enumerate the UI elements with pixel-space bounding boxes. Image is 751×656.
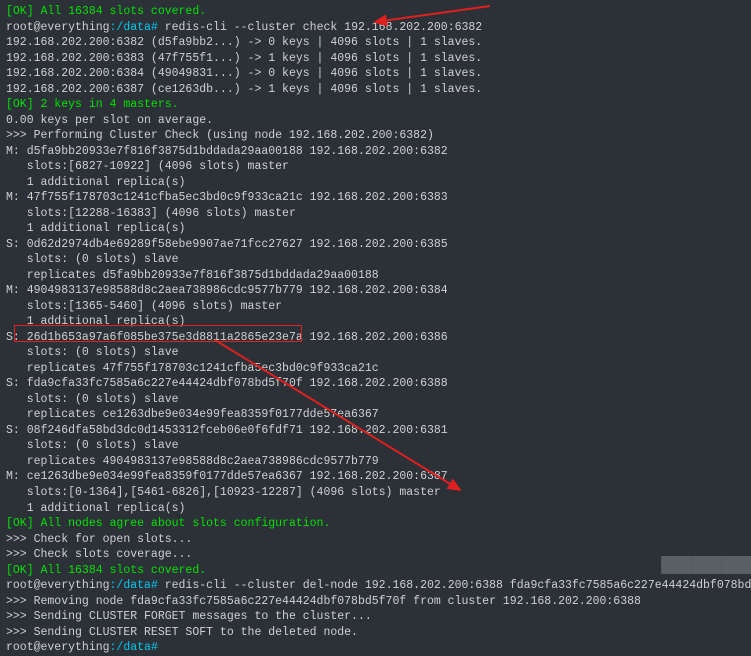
- slave-3-replicates: replicates ce1263dbe9e034e99fea8359f0177…: [6, 407, 745, 423]
- master-2-replica: 1 additional replica(s): [6, 221, 745, 237]
- bottom-tray: [661, 556, 751, 574]
- node-summary-3: 192.168.202.200:6384 (49049831...) -> 0 …: [6, 66, 745, 82]
- master-3-id: M: 4904983137e98588d8c2aea738986cdc9577b…: [6, 283, 745, 299]
- slave-4-slots: slots: (0 slots) slave: [6, 438, 745, 454]
- slave-3-slots: slots: (0 slots) slave: [6, 392, 745, 408]
- prompt-path-2: :/data#: [110, 579, 158, 592]
- prompt-path: :/data#: [110, 21, 158, 34]
- master-2-slots: slots:[12288-16383] (4096 slots) master: [6, 206, 745, 222]
- slave-2-replicates: replicates 47f755f178703c1241cfba5ec3bd0…: [6, 361, 745, 377]
- prompt-user-3: root@everything: [6, 641, 110, 654]
- slave-4-id: S: 08f246dfa58bd3dc0d1453312fceb06e0f6fd…: [6, 423, 745, 439]
- node-summary-2: 192.168.202.200:6383 (47f755f1...) -> 1 …: [6, 51, 745, 67]
- node-summary-4: 192.168.202.200:6387 (ce1263db...) -> 1 …: [6, 82, 745, 98]
- slave-4-replicates: replicates 4904983137e98588d8c2aea738986…: [6, 454, 745, 470]
- prompt-path-3: :/data#: [110, 641, 158, 654]
- master-3-replica: 1 additional replica(s): [6, 314, 745, 330]
- command-del-node: redis-cli --cluster del-node 192.168.202…: [158, 579, 751, 592]
- master-4-id: M: ce1263dbe9e034e99fea8359f0177dde57ea6…: [6, 469, 745, 485]
- slave-1-id: S: 0d62d2974db4e69289f58ebe9907ae71fcc27…: [6, 237, 745, 253]
- prompt-user: root@everything: [6, 21, 110, 34]
- prompt-line-end[interactable]: root@everything:/data#: [6, 640, 745, 656]
- command-check: redis-cli --cluster check 192.168.202.20…: [158, 21, 482, 34]
- master-2-id: M: 47f755f178703c1241cfba5ec3bd0c9f933ca…: [6, 190, 745, 206]
- ok-all-slots-top: [OK] All 16384 slots covered.: [6, 4, 745, 20]
- master-3-slots: slots:[1365-5460] (4096 slots) master: [6, 299, 745, 315]
- master-4-replica: 1 additional replica(s): [6, 501, 745, 517]
- ok-keys-masters: [OK] 2 keys in 4 masters.: [6, 97, 745, 113]
- prompt-line-del[interactable]: root@everything:/data# redis-cli --clust…: [6, 578, 745, 594]
- slave-1-slots: slots: (0 slots) slave: [6, 252, 745, 268]
- ok-all-slots-bottom: [OK] All 16384 slots covered.: [6, 563, 745, 579]
- removing-node: >>> Removing node fda9cfa33fc7585a6c227e…: [6, 594, 745, 610]
- command-empty: [158, 641, 165, 654]
- master-1-id: M: d5fa9bb20933e7f816f3875d1bddada29aa00…: [6, 144, 745, 160]
- keys-per-slot: 0.00 keys per slot on average.: [6, 113, 745, 129]
- check-open-slots: >>> Check for open slots...: [6, 532, 745, 548]
- prompt-user-2: root@everything: [6, 579, 110, 592]
- master-4-slots: slots:[0-1364],[5461-6826],[10923-12287]…: [6, 485, 745, 501]
- performing-check: >>> Performing Cluster Check (using node…: [6, 128, 745, 144]
- sending-reset: >>> Sending CLUSTER RESET SOFT to the de…: [6, 625, 745, 641]
- slave-3-id: S: fda9cfa33fc7585a6c227e44424dbf078bd5f…: [6, 376, 745, 392]
- slave-2-id: S: 26d1b653a97a6f085be375e3d8811a2865e23…: [6, 330, 745, 346]
- node-summary-1: 192.168.202.200:6382 (d5fa9bb2...) -> 0 …: [6, 35, 745, 51]
- ok-nodes-agree: [OK] All nodes agree about slots configu…: [6, 516, 745, 532]
- check-slots-coverage: >>> Check slots coverage...: [6, 547, 745, 563]
- prompt-line-check[interactable]: root@everything:/data# redis-cli --clust…: [6, 20, 745, 36]
- slave-1-replicates: replicates d5fa9bb20933e7f816f3875d1bdda…: [6, 268, 745, 284]
- master-1-slots: slots:[6827-10922] (4096 slots) master: [6, 159, 745, 175]
- master-1-replica: 1 additional replica(s): [6, 175, 745, 191]
- sending-forget: >>> Sending CLUSTER FORGET messages to t…: [6, 609, 745, 625]
- slave-2-slots: slots: (0 slots) slave: [6, 345, 745, 361]
